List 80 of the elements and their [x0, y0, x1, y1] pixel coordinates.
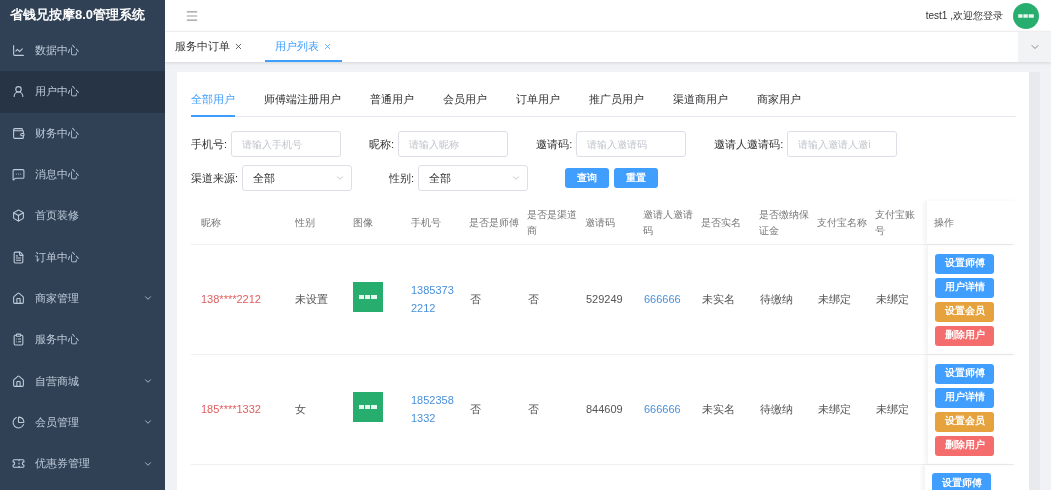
page-tab[interactable]: 服务中订单 [165, 32, 253, 62]
table-cell-text: 138****2212 [200, 291, 262, 307]
table-cell-text: 未绑定 [876, 401, 910, 417]
table-cell-text: 未设置 [295, 291, 329, 307]
table-cell-text: 未绑定 [876, 291, 910, 307]
menu-icon[interactable] [185, 8, 199, 23]
sidebar-item[interactable]: 自营商城 [0, 360, 165, 402]
column-header: 邀请人邀请码 [643, 207, 694, 238]
menu-item-icon [12, 126, 25, 140]
column-header: 是否是渠道商 [527, 207, 578, 238]
sidebar-item[interactable]: 服务中心 [0, 319, 165, 361]
column-header: 支付宝账号 [875, 207, 916, 238]
menu-item-icon [12, 44, 25, 58]
filter-select[interactable]: 全部 [418, 165, 529, 191]
column-header: 支付宝名称 [817, 215, 868, 230]
menu-item-icon [12, 209, 25, 223]
table-link[interactable]: 666666 [644, 400, 702, 419]
table-link[interactable]: 13853732212 [411, 281, 462, 318]
filter-label: 性别: [389, 170, 415, 186]
table-cell-text: 否 [528, 291, 540, 307]
sidebar-item[interactable]: 数据中心 [0, 30, 165, 72]
filter-label: 昵称: [369, 136, 395, 152]
user-tab[interactable]: 会员用户 [443, 86, 487, 117]
table-link[interactable]: 666666 [644, 290, 702, 309]
table-cell-text: 未绑定 [818, 291, 852, 307]
filter-select[interactable]: 全部 [242, 165, 353, 191]
menu-item-icon [12, 333, 25, 347]
sidebar-item[interactable]: 财务中心 [0, 112, 165, 154]
table-cell-text: 否 [470, 291, 482, 307]
menu-item-icon [12, 168, 25, 182]
menu-item-icon [12, 291, 25, 305]
sidebar-item[interactable]: 首页装修 [0, 195, 165, 237]
column-header: 操作 [934, 215, 955, 230]
chevron-icon [335, 173, 346, 183]
column-header: 是否是师傅 [469, 215, 520, 230]
user-tab[interactable]: 推广员用户 [589, 86, 644, 117]
column-header: 邀请码 [585, 215, 616, 230]
filter-label: 渠道来源: [191, 170, 239, 186]
column-header: 手机号 [411, 215, 442, 230]
menu-item-icon [12, 250, 25, 264]
user-tab[interactable]: 渠道商用户 [673, 86, 728, 117]
menu-item-icon [12, 415, 25, 429]
greeting-text: test1 ,欢迎您登录 [925, 8, 1003, 23]
menu-item-icon [12, 85, 25, 99]
filter-label: 手机号: [191, 136, 228, 152]
menu-item-icon [12, 457, 25, 471]
table-cell-text: 女 [295, 401, 307, 417]
chevron-icon [143, 376, 153, 386]
table-cell-text: 529249 [586, 291, 624, 307]
column-header: 昵称 [200, 215, 222, 230]
table-cell-text: 185****1332 [200, 401, 262, 417]
user-tab[interactable]: 普通用户 [370, 86, 414, 117]
table-cell-text: 未实名 [702, 291, 736, 307]
chevron-icon [511, 173, 522, 183]
table-cell-text: 844609 [586, 401, 624, 417]
table-link[interactable]: 18523581332 [411, 391, 462, 428]
table-cell-text: 未实名 [702, 401, 736, 417]
column-header: 性别 [295, 215, 316, 230]
column-header: 是否缴纳保证金 [759, 207, 810, 238]
app-title: 省钱兄按摩8.0管理系统 [9, 6, 147, 24]
sidebar-item[interactable]: 商家管理 [0, 277, 165, 320]
column-header: 是否实名 [701, 215, 742, 230]
sidebar-item[interactable]: 优惠券管理 [0, 442, 165, 485]
column-header: 图像 [353, 215, 374, 230]
table-cell-text: 未绑定 [818, 401, 852, 417]
sidebar-item[interactable]: 会员管理 [0, 401, 165, 443]
sidebar-item[interactable]: 用户中心 [0, 71, 165, 113]
user-tab[interactable]: 订单用户 [516, 86, 560, 117]
filter-label: 邀请码: [536, 136, 573, 152]
table-cell-text: 待缴纳 [760, 291, 794, 307]
filter-label: 邀请人邀请码: [714, 136, 784, 152]
sidebar-item[interactable]: 订单中心 [0, 236, 165, 278]
menu-item-icon [12, 374, 25, 388]
table-cell-text: 否 [528, 401, 540, 417]
user-tab[interactable]: 师傅端注册用户 [264, 86, 341, 117]
sidebar-item[interactable]: 消息中心 [0, 153, 165, 196]
table-cell-text: 否 [470, 401, 482, 417]
user-tab[interactable]: 商家用户 [757, 86, 801, 117]
close-icon[interactable] [234, 41, 243, 51]
table-cell-text: 待缴纳 [760, 401, 794, 417]
